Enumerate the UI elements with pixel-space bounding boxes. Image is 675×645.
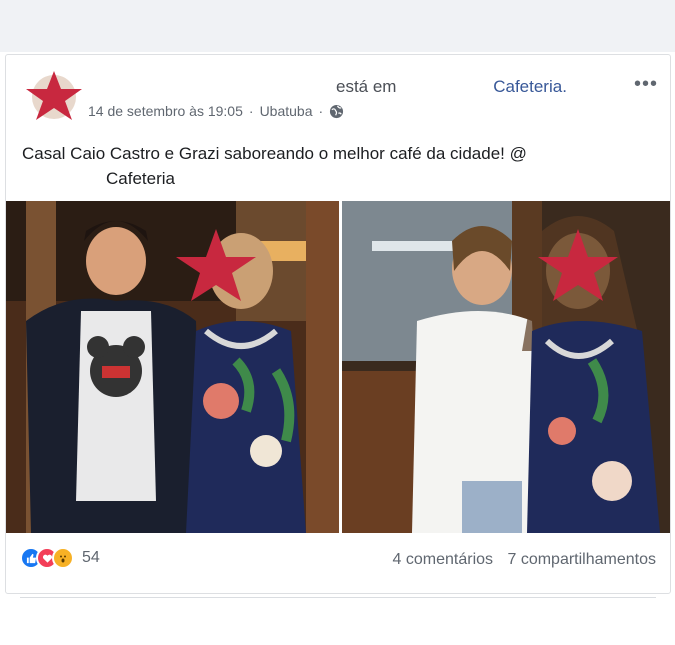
couple-photo-left xyxy=(6,201,339,533)
post-card: está em Cafeteria. ••• 14 de setembro às… xyxy=(5,54,671,598)
women-photo-right xyxy=(342,201,670,533)
divider xyxy=(20,597,656,598)
post-text-line: Casal Caio Castro e Grazi saboreando o m… xyxy=(22,144,527,163)
avatar[interactable] xyxy=(22,69,86,121)
place-link[interactable]: Cafeteria. xyxy=(493,77,567,96)
location-link[interactable]: Ubatuba xyxy=(260,103,313,119)
post-text: Casal Caio Castro e Grazi saboreando o m… xyxy=(22,141,622,191)
photo-grid xyxy=(6,201,670,533)
reaction-count: 54 xyxy=(82,549,100,566)
action-text: está em xyxy=(336,77,397,96)
shares-link[interactable]: 7 compartilhamentos xyxy=(507,551,656,568)
separator: · xyxy=(318,103,324,119)
star-mask-icon xyxy=(26,71,82,120)
comments-link[interactable]: 4 comentários xyxy=(393,551,494,568)
post-header: está em Cafeteria. xyxy=(336,77,567,97)
photo-left[interactable] xyxy=(6,201,339,533)
post-footer: 54 4 comentários 7 compartilhamentos xyxy=(6,543,670,583)
photo-right[interactable] xyxy=(342,201,670,533)
globe-icon xyxy=(329,104,344,119)
more-options-icon[interactable]: ••• xyxy=(634,73,658,96)
post-meta: 14 de setembro às 19:05 · Ubatuba · xyxy=(88,103,344,119)
timestamp-link[interactable]: 14 de setembro às 19:05 xyxy=(88,103,243,119)
separator: · xyxy=(248,103,254,119)
feed-background xyxy=(0,0,675,52)
wow-icon xyxy=(52,547,74,569)
reactions-summary[interactable]: 54 xyxy=(20,547,100,569)
post-stats: 4 comentários 7 compartilhamentos xyxy=(393,551,656,569)
mention-link[interactable]: Cafeteria xyxy=(22,166,622,191)
